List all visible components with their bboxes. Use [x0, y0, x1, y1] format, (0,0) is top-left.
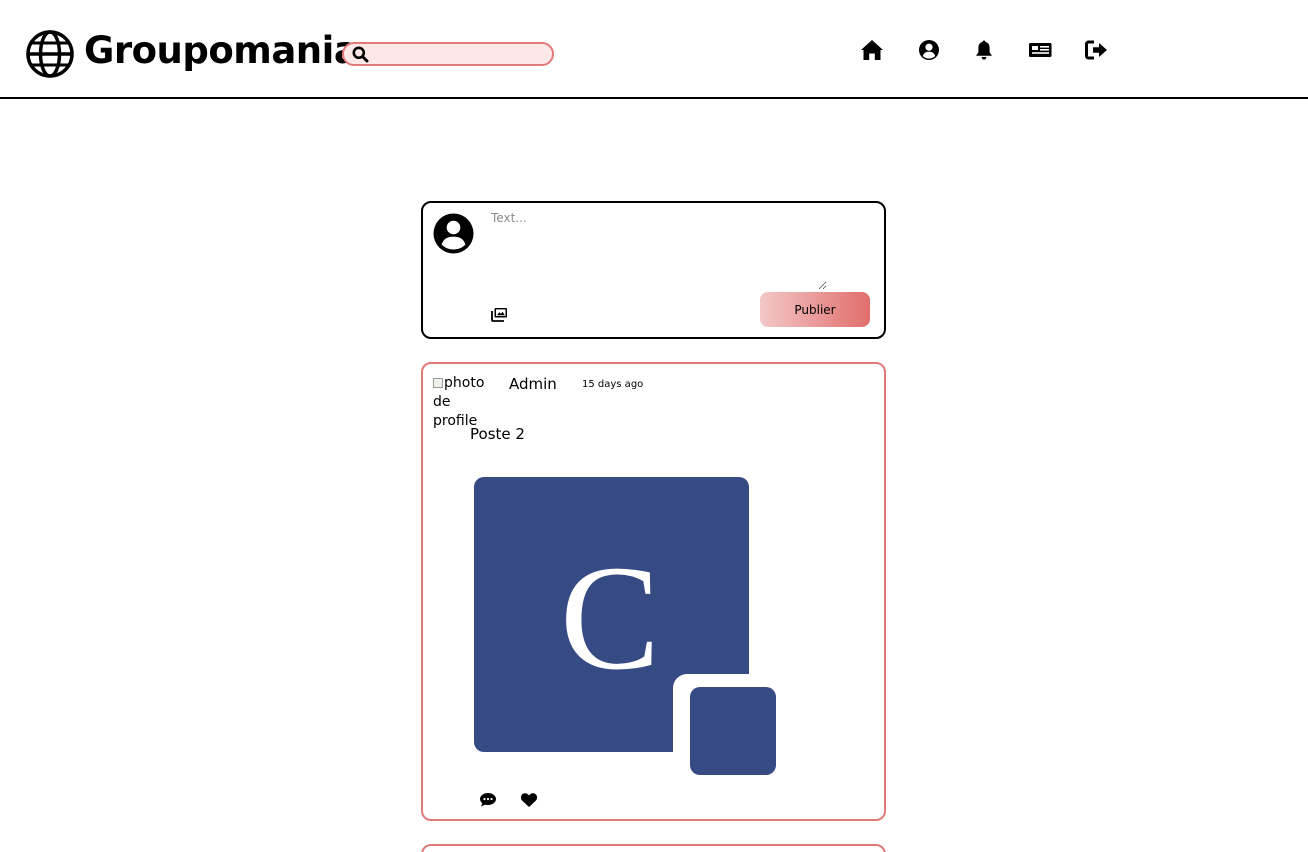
top-header: Groupomania — [0, 0, 1308, 99]
publish-button[interactable]: Publier — [760, 292, 870, 327]
bell-icon[interactable] — [972, 39, 996, 61]
newspaper-icon[interactable] — [1028, 39, 1052, 61]
globe-icon[interactable] — [25, 29, 75, 79]
heart-icon[interactable] — [520, 792, 538, 808]
post-card: photo de profile Admin 15 days ago Poste… — [421, 362, 886, 821]
post-text-input[interactable] — [491, 211, 827, 290]
search-icon[interactable] — [352, 46, 369, 63]
images-icon[interactable] — [491, 307, 508, 322]
sign-out-icon[interactable] — [1085, 39, 1109, 61]
post-image-letter: C — [560, 535, 660, 701]
post-author[interactable]: Admin — [509, 375, 557, 393]
home-icon[interactable] — [860, 39, 884, 61]
user-circle-icon — [433, 213, 474, 254]
new-post-composer: Publier — [421, 201, 886, 339]
search-bar[interactable] — [342, 42, 554, 66]
post-image[interactable]: C — [474, 477, 778, 777]
post-timestamp: 15 days ago — [582, 379, 644, 390]
post-text: Poste 2 — [470, 425, 525, 443]
post-card — [421, 844, 886, 852]
comment-icon[interactable] — [479, 792, 497, 807]
brand-name[interactable]: Groupomania — [84, 27, 359, 75]
broken-image-icon — [433, 378, 443, 388]
user-circle-icon[interactable] — [917, 39, 941, 61]
search-input[interactable] — [372, 45, 547, 63]
